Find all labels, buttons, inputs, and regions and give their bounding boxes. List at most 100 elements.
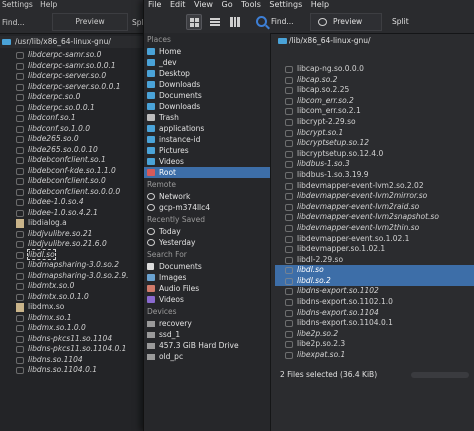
back-file-row[interactable]: libdconf.so.1 — [0, 113, 150, 124]
file-row[interactable]: libdbus-1.so.3 — [275, 159, 474, 170]
compact-view-button[interactable] — [207, 14, 223, 30]
back-menu-settings[interactable]: Settings — [2, 0, 33, 9]
sidebar-item[interactable]: Images — [144, 272, 270, 283]
location-bar[interactable]: /lib/x86_64-linux-gnu/ — [275, 35, 474, 47]
back-file-row[interactable]: libdmx.so.1.0.0 — [0, 323, 150, 334]
sidebar-item[interactable]: Trash — [144, 112, 270, 123]
back-file-row[interactable]: libdjvulibre.so.21 — [0, 229, 150, 240]
back-file-row[interactable]: libdebconf-kde.so.1.1.0 — [0, 166, 150, 177]
back-file-row[interactable]: libdl.so — [0, 248, 150, 261]
back-find-button[interactable]: Find... — [2, 16, 25, 29]
sidebar-item[interactable]: Network — [144, 191, 270, 202]
back-file-row[interactable]: libdcerpc-server.so.0.0.1 — [0, 82, 150, 93]
sidebar-item[interactable]: Downloads — [144, 79, 270, 90]
sidebar-item[interactable]: Desktop — [144, 68, 270, 79]
back-file-row[interactable]: libdee-1.0.so.4 — [0, 197, 150, 208]
back-file-row[interactable]: libdmapsharing-3.0.so.2.9. — [0, 271, 150, 282]
sidebar-item[interactable]: Videos — [144, 156, 270, 167]
back-file-row[interactable]: libdjvulibre.so.21.6.0 — [0, 239, 150, 250]
file-row[interactable]: libexpat.so.1 — [275, 350, 474, 361]
back-file-row[interactable]: libdmapsharing-3.0.so.2 — [0, 260, 150, 271]
back-file-row[interactable]: libdebconfclient.so.0.0.0 — [0, 187, 150, 198]
file-row[interactable]: libdns-export.so.1104 — [275, 308, 474, 319]
zoom-slider[interactable] — [411, 372, 469, 378]
details-view-button[interactable] — [227, 14, 243, 30]
back-file-row[interactable]: libdee-1.0.so.4.2.1 — [0, 208, 150, 219]
find-button[interactable]: Find... — [254, 14, 294, 30]
sidebar-item[interactable]: gcp-m374llc4 — [144, 202, 270, 213]
sidebar-item[interactable]: Home — [144, 46, 270, 57]
file-row[interactable]: libcrypt-2.29.so — [275, 117, 474, 128]
file-row[interactable]: libe2p.so.2.3 — [275, 339, 474, 350]
back-file-row[interactable]: libdebconfclient.so.1 — [0, 155, 150, 166]
file-row[interactable]: libcryptsetup.so.12 — [275, 138, 474, 149]
menu-view[interactable]: View — [194, 0, 213, 9]
back-file-row[interactable]: libdcerpc-server.so.0 — [0, 71, 150, 82]
sidebar-item[interactable]: old_pc — [144, 351, 270, 362]
file-row[interactable]: libdns-export.so.1102.1.0 — [275, 297, 474, 308]
back-file-row[interactable]: libdns.so.1104 — [0, 355, 150, 366]
file-row[interactable]: libdevmapper.so.1.02.1 — [275, 244, 474, 255]
file-row[interactable]: libdevmapper-event-lvm2mirror.so — [275, 191, 474, 202]
sidebar-item[interactable]: Videos — [144, 294, 270, 305]
file-row[interactable]: libdevmapper-event-lvm2.so.2.02 — [275, 181, 474, 192]
file-row[interactable]: libdns-export.so.1102 — [275, 286, 474, 297]
sidebar-item[interactable]: Audio Files — [144, 283, 270, 294]
menu-settings[interactable]: Settings — [269, 0, 302, 9]
back-file-row[interactable]: libdns.so.1104.0.1 — [0, 365, 150, 376]
file-row[interactable]: libdevmapper-event-lvm2raid.so — [275, 202, 474, 213]
file-row[interactable]: libdevmapper-event-lvm2thin.so — [275, 223, 474, 234]
back-preview-button[interactable]: Preview — [52, 13, 128, 31]
back-file-row[interactable]: libdmx.so — [0, 302, 150, 313]
back-file-row[interactable]: libdmtx.so.0.1.0 — [0, 292, 150, 303]
file-row[interactable]: libdevmapper-event-lvm2snapshot.so — [275, 212, 474, 223]
preview-button[interactable]: Preview — [310, 13, 382, 31]
sidebar-item[interactable]: instance-id — [144, 134, 270, 145]
file-row[interactable]: libdbus-1.so.3.19.9 — [275, 170, 474, 181]
file-row[interactable]: libcrypt.so.1 — [275, 128, 474, 139]
split-button[interactable]: Split — [392, 14, 409, 30]
file-row[interactable]: libcap.so.2 — [275, 75, 474, 86]
sidebar-item[interactable]: recovery — [144, 318, 270, 329]
sidebar-item[interactable]: Root — [144, 167, 270, 178]
back-file-row[interactable]: libdcerpc.so.0.0.1 — [0, 103, 150, 114]
sidebar-item[interactable]: _dev — [144, 57, 270, 68]
back-file-row[interactable]: libdcerpc.so.0 — [0, 92, 150, 103]
back-file-row[interactable]: libdmtx.so.0 — [0, 281, 150, 292]
file-row[interactable]: libdevmapper-event.so.1.02.1 — [275, 234, 474, 245]
back-file-row[interactable]: libdmx.so.1 — [0, 313, 150, 324]
sidebar-item[interactable]: Pictures — [144, 145, 270, 156]
back-file-row[interactable]: libdconf.so.1.0.0 — [0, 124, 150, 135]
back-location-bar[interactable]: /usr/lib/x86_64-linux-gnu/ — [0, 36, 150, 48]
menu-tools[interactable]: Tools — [241, 0, 261, 9]
back-file-row[interactable]: libdcerpc-samr.so.0.0.1 — [0, 61, 150, 72]
file-row[interactable]: libcap-ng.so.0.0.0 — [275, 64, 474, 75]
sidebar-item[interactable]: Documents — [144, 90, 270, 101]
menu-help[interactable]: Help — [311, 0, 329, 9]
sidebar-item[interactable]: Downloads — [144, 101, 270, 112]
menu-edit[interactable]: Edit — [170, 0, 186, 9]
sidebar-item[interactable]: applications — [144, 123, 270, 134]
back-file-row[interactable]: libde265.so.0 — [0, 134, 150, 145]
sidebar-item[interactable]: Today — [144, 226, 270, 237]
back-file-row[interactable]: libdcerpc-samr.so.0 — [0, 50, 150, 61]
back-file-row[interactable]: libdns-pkcs11.so.1104.0.1 — [0, 344, 150, 355]
file-row[interactable]: libcom_err.so.2.1 — [275, 106, 474, 117]
sidebar-item[interactable]: Yesterday — [144, 237, 270, 248]
icons-view-button[interactable] — [186, 14, 202, 30]
file-row[interactable]: libcap.so.2.25 — [275, 85, 474, 96]
back-file-row[interactable]: libdialog.a — [0, 218, 150, 229]
back-file-row[interactable]: libdns-pkcs11.so.1104 — [0, 334, 150, 345]
back-file-row[interactable]: libdebconfclient.so.0 — [0, 176, 150, 187]
file-row[interactable]: libdl-2.29.so — [275, 255, 474, 266]
file-row[interactable]: libcryptsetup.so.12.4.0 — [275, 149, 474, 160]
file-row[interactable]: libdl.so.2 — [275, 275, 474, 287]
sidebar-item[interactable]: ssd_1 — [144, 329, 270, 340]
file-row[interactable]: libdl.so — [275, 265, 474, 276]
menu-file[interactable]: File — [148, 0, 161, 9]
sidebar-item[interactable]: 457.3 GiB Hard Drive — [144, 340, 270, 351]
file-row[interactable]: libcom_err.so.2 — [275, 96, 474, 107]
back-menu-help[interactable]: Help — [40, 0, 57, 9]
file-row[interactable]: libdns-export.so.1104.0.1 — [275, 318, 474, 329]
file-row[interactable]: libe2p.so.2 — [275, 329, 474, 340]
